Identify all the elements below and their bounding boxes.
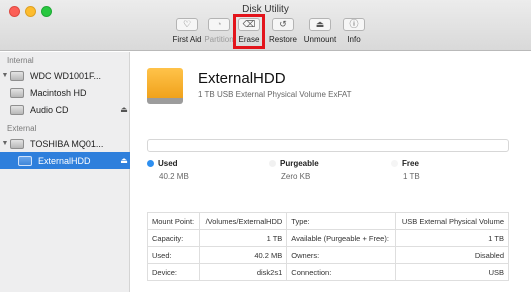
info-value: USB External Physical Volume	[394, 212, 510, 230]
disclosure-triangle-icon[interactable]: ▼	[0, 72, 10, 79]
hard-disk-icon	[10, 70, 24, 81]
info-key: Type:	[286, 212, 396, 230]
info-value: 40.2 MB	[199, 246, 288, 264]
info-value: /Volumes/ExternalHDD	[199, 212, 288, 230]
purgeable-label: Purgeable	[280, 159, 319, 168]
sidebar-header-internal: Internal	[7, 56, 34, 65]
first-aid-label: First Aid	[172, 35, 202, 44]
legend-free: Free 1 TB	[391, 159, 420, 181]
legend-purgeable: Purgeable Zero KB	[269, 159, 319, 181]
eject-icon[interactable]: ⏏	[118, 156, 130, 165]
sidebar-item-audio-cd[interactable]: Audio CD ⏏	[0, 101, 130, 118]
free-color-dot	[391, 160, 398, 167]
used-label: Used	[158, 159, 178, 168]
sidebar-item-macintosh-hd[interactable]: Macintosh HD	[0, 84, 130, 101]
sidebar-item-externalhdd[interactable]: ExternalHDD ⏏	[0, 152, 130, 169]
free-value: 1 TB	[403, 172, 420, 181]
volume-icon	[18, 155, 32, 166]
window-title: Disk Utility	[242, 4, 289, 15]
sidebar-item-label: TOSHIBA MQ01...	[30, 138, 104, 149]
table-row: Device: disk2s1 Connection: USB	[146, 263, 510, 281]
unmount-label: Unmount	[303, 35, 337, 44]
cd-icon	[10, 104, 24, 115]
table-row: Mount Point: /Volumes/ExternalHDD Type: …	[146, 212, 510, 230]
sidebar-item-label: ExternalHDD	[38, 155, 91, 166]
stethoscope-icon: ♡	[176, 18, 198, 31]
capacity-bar	[147, 139, 509, 152]
used-color-dot	[147, 160, 154, 167]
sidebar-header-external: External	[7, 124, 37, 133]
info-value: disk2s1	[199, 263, 288, 281]
info-key: Used:	[146, 246, 201, 264]
external-drive-icon	[147, 68, 183, 104]
info-key: Owners:	[286, 246, 396, 264]
volume-name: ExternalHDD	[198, 70, 286, 87]
first-aid-button[interactable]: ♡ First Aid	[170, 18, 204, 48]
restore-label: Restore	[268, 35, 297, 44]
info-key: Connection:	[286, 263, 396, 281]
title-bar: Disk Utility ♡ First Aid ◔ Partition ⌫ E…	[0, 0, 531, 51]
info-label: Info	[347, 35, 361, 44]
sidebar-item-toshiba-disk[interactable]: ▼ TOSHIBA MQ01...	[0, 135, 130, 152]
info-button[interactable]: ⓘ Info	[342, 18, 366, 48]
info-value: USB	[394, 263, 510, 281]
sidebar-item-label: Audio CD	[30, 104, 69, 115]
info-key: Device:	[146, 263, 201, 281]
unmount-button[interactable]: ⏏ Unmount	[302, 18, 338, 48]
info-value: Disabled	[394, 246, 510, 264]
purgeable-value: Zero KB	[281, 172, 311, 181]
restore-icon: ↺	[272, 18, 294, 31]
sidebar-item-wdc-disk[interactable]: ▼ WDC WD1001F...	[0, 67, 130, 84]
erase-highlight-box	[233, 14, 265, 49]
sidebar: Internal ▼ WDC WD1001F... Macintosh HD A…	[0, 52, 130, 292]
volume-info-table: Mount Point: /Volumes/ExternalHDD Type: …	[146, 212, 510, 281]
unmount-icon: ⏏	[309, 18, 331, 31]
main-panel: ExternalHDD 1 TB USB External Physical V…	[131, 52, 531, 292]
volume-icon	[10, 87, 24, 98]
table-row: Used: 40.2 MB Owners: Disabled	[146, 246, 510, 264]
info-key: Available (Purgeable + Free):	[286, 229, 396, 247]
partition-icon: ◔	[208, 18, 230, 31]
info-key: Capacity:	[146, 229, 201, 247]
volume-description: 1 TB USB External Physical Volume ExFAT	[198, 90, 352, 99]
info-value: 1 TB	[199, 229, 288, 247]
sidebar-item-label: Macintosh HD	[30, 87, 87, 98]
disclosure-triangle-icon[interactable]: ▼	[0, 140, 10, 147]
purgeable-color-dot	[269, 160, 276, 167]
partition-label: Partition	[204, 35, 234, 44]
used-value: 40.2 MB	[159, 172, 189, 181]
eject-icon[interactable]: ⏏	[118, 105, 130, 114]
info-value: 1 TB	[394, 229, 510, 247]
sidebar-item-label: WDC WD1001F...	[30, 70, 102, 81]
info-key: Mount Point:	[146, 212, 201, 230]
table-row: Capacity: 1 TB Available (Purgeable + Fr…	[146, 229, 510, 247]
restore-button[interactable]: ↺ Restore	[267, 18, 299, 48]
legend-used: Used 40.2 MB	[147, 159, 189, 181]
partition-button[interactable]: ◔ Partition	[204, 18, 234, 48]
free-label: Free	[402, 159, 419, 168]
info-icon: ⓘ	[343, 18, 365, 31]
hard-disk-icon	[10, 138, 24, 149]
